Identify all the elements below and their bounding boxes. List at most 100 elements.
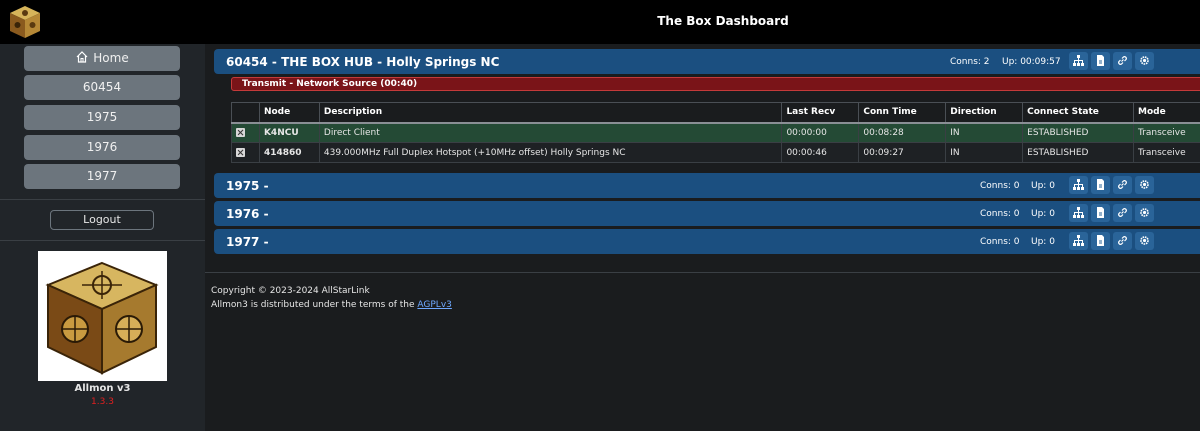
- node-conns: Conns: 2: [950, 57, 990, 67]
- copyright-text: Copyright © 2023-2024 AllStarLink: [211, 286, 370, 296]
- sidebar-item-1977[interactable]: 1977: [24, 164, 180, 189]
- node-file-button[interactable]: [1091, 176, 1110, 194]
- cell-last-recv: 00:00:00: [781, 122, 860, 143]
- node-bar-1977[interactable]: 1977 - Conns: 0 Up: 0: [214, 229, 1200, 254]
- cell-node: K4NCU: [258, 122, 320, 143]
- link-icon: [1118, 56, 1127, 65]
- sitemap-icon: [1073, 207, 1084, 218]
- connections-table: Node Description Last Recv Conn Time Dir…: [231, 102, 1200, 163]
- column-header-connect-state: Connect State: [1022, 102, 1134, 124]
- cell-connect-state: ESTABLISHED: [1022, 122, 1134, 143]
- node-title: 1976 -: [226, 207, 269, 221]
- column-header-action: [231, 102, 260, 124]
- column-header-node: Node: [258, 102, 320, 124]
- sidebar-item-label: 1977: [86, 169, 118, 183]
- sidebar: Home 60454 1975 1976 1977 Logout Allmon …: [0, 44, 205, 431]
- table-header-row: Node Description Last Recv Conn Time Dir…: [231, 102, 1200, 124]
- sitemap-icon: [1073, 179, 1084, 190]
- column-header-conn-time: Conn Time: [858, 102, 947, 124]
- node-uptime: Up: 0: [1031, 181, 1055, 191]
- sidebar-item-label: 1976: [86, 140, 118, 154]
- sidebar-divider: [0, 199, 205, 200]
- disconnect-icon[interactable]: [236, 147, 245, 157]
- file-icon: [1097, 207, 1104, 218]
- sitemap-icon: [1073, 235, 1084, 246]
- sitemap-icon: [1073, 55, 1084, 66]
- cell-description: 439.000MHz Full Duplex Hotspot (+10MHz o…: [318, 142, 783, 163]
- node-settings-button[interactable]: [1135, 176, 1154, 194]
- transmit-status-bar: Transmit - Network Source (00:40): [231, 77, 1200, 91]
- node-bar-1975[interactable]: 1975 - Conns: 0 Up: 0: [214, 173, 1200, 198]
- node-title: 1975 -: [226, 179, 269, 193]
- node-file-button[interactable]: [1091, 204, 1110, 222]
- node-conns: Conns: 0: [980, 209, 1020, 219]
- sidebar-item-label: 60454: [82, 80, 122, 94]
- app-name: Allmon v3: [74, 383, 131, 394]
- sidebar-item-label: Home: [93, 51, 129, 65]
- cell-direction: IN: [945, 142, 1024, 163]
- node-map-button[interactable]: [1069, 52, 1088, 70]
- gear-icon: [1140, 208, 1149, 217]
- gear-icon: [1140, 56, 1149, 65]
- sidebar-item-1975[interactable]: 1975: [24, 105, 180, 130]
- node-link-button[interactable]: [1113, 52, 1132, 70]
- top-bar: The Box Dashboard: [0, 0, 1200, 44]
- node-uptime: Up: 0: [1031, 237, 1055, 247]
- link-icon: [1118, 236, 1127, 245]
- cell-connect-state: ESTABLISHED: [1022, 142, 1134, 163]
- home-icon: [76, 51, 88, 63]
- node-settings-button[interactable]: [1135, 204, 1154, 222]
- license-prefix: Allmon3 is distributed under the terms o…: [211, 300, 418, 310]
- cell-last-recv: 00:00:46: [781, 142, 860, 163]
- sidebar-item-label: 1975: [86, 110, 118, 124]
- node-bar-60454[interactable]: 60454 - THE BOX HUB - Holly Springs NC C…: [214, 49, 1200, 74]
- node-map-button[interactable]: [1069, 176, 1088, 194]
- app-version: 1.3.3: [91, 397, 114, 407]
- cell-conn-time: 00:09:27: [858, 142, 947, 163]
- license-text: Allmon3 is distributed under the terms o…: [211, 300, 452, 310]
- sidebar-item-home[interactable]: Home: [24, 46, 180, 71]
- column-header-direction: Direction: [945, 102, 1024, 124]
- sidebar-divider: [0, 240, 205, 241]
- cell-mode: Transceive: [1133, 142, 1200, 163]
- node-map-button[interactable]: [1069, 204, 1088, 222]
- file-icon: [1097, 235, 1104, 246]
- node-title: 60454 - THE BOX HUB - Holly Springs NC: [226, 55, 500, 69]
- node-link-button[interactable]: [1113, 232, 1132, 250]
- node-bar-1976[interactable]: 1976 - Conns: 0 Up: 0: [214, 201, 1200, 226]
- column-header-mode: Mode: [1133, 102, 1200, 124]
- column-header-last-recv: Last Recv: [781, 102, 860, 124]
- app-title: The Box Dashboard: [657, 14, 789, 28]
- node-title: 1977 -: [226, 235, 269, 249]
- node-settings-button[interactable]: [1135, 232, 1154, 250]
- file-icon: [1097, 179, 1104, 190]
- gear-icon: [1140, 236, 1149, 245]
- node-settings-button[interactable]: [1135, 52, 1154, 70]
- logout-button[interactable]: Logout: [50, 210, 154, 230]
- node-conns: Conns: 0: [980, 181, 1020, 191]
- column-header-description: Description: [318, 102, 783, 124]
- footer-divider: [205, 272, 1200, 273]
- node-conns: Conns: 0: [980, 237, 1020, 247]
- cell-direction: IN: [945, 122, 1024, 143]
- cell-conn-time: 00:08:28: [858, 122, 947, 143]
- cell-mode: Transceive: [1133, 122, 1200, 143]
- gear-icon: [1140, 180, 1149, 189]
- node-link-button[interactable]: [1113, 204, 1132, 222]
- box-cube-image: [38, 251, 167, 381]
- table-row: 414860 439.000MHz Full Duplex Hotspot (+…: [231, 142, 1200, 163]
- sidebar-item-1976[interactable]: 1976: [24, 135, 180, 160]
- sidebar-item-60454[interactable]: 60454: [24, 75, 180, 100]
- node-file-button[interactable]: [1091, 52, 1110, 70]
- cell-node: 414860: [258, 142, 320, 163]
- cell-description: Direct Client: [318, 122, 783, 143]
- table-row: K4NCU Direct Client 00:00:00 00:08:28 IN…: [231, 122, 1200, 143]
- node-uptime: Up: 0: [1031, 209, 1055, 219]
- node-file-button[interactable]: [1091, 232, 1110, 250]
- node-map-button[interactable]: [1069, 232, 1088, 250]
- disconnect-icon[interactable]: [236, 127, 245, 137]
- file-icon: [1097, 55, 1104, 66]
- license-link[interactable]: AGPLv3: [417, 300, 451, 310]
- link-icon: [1118, 180, 1127, 189]
- node-link-button[interactable]: [1113, 176, 1132, 194]
